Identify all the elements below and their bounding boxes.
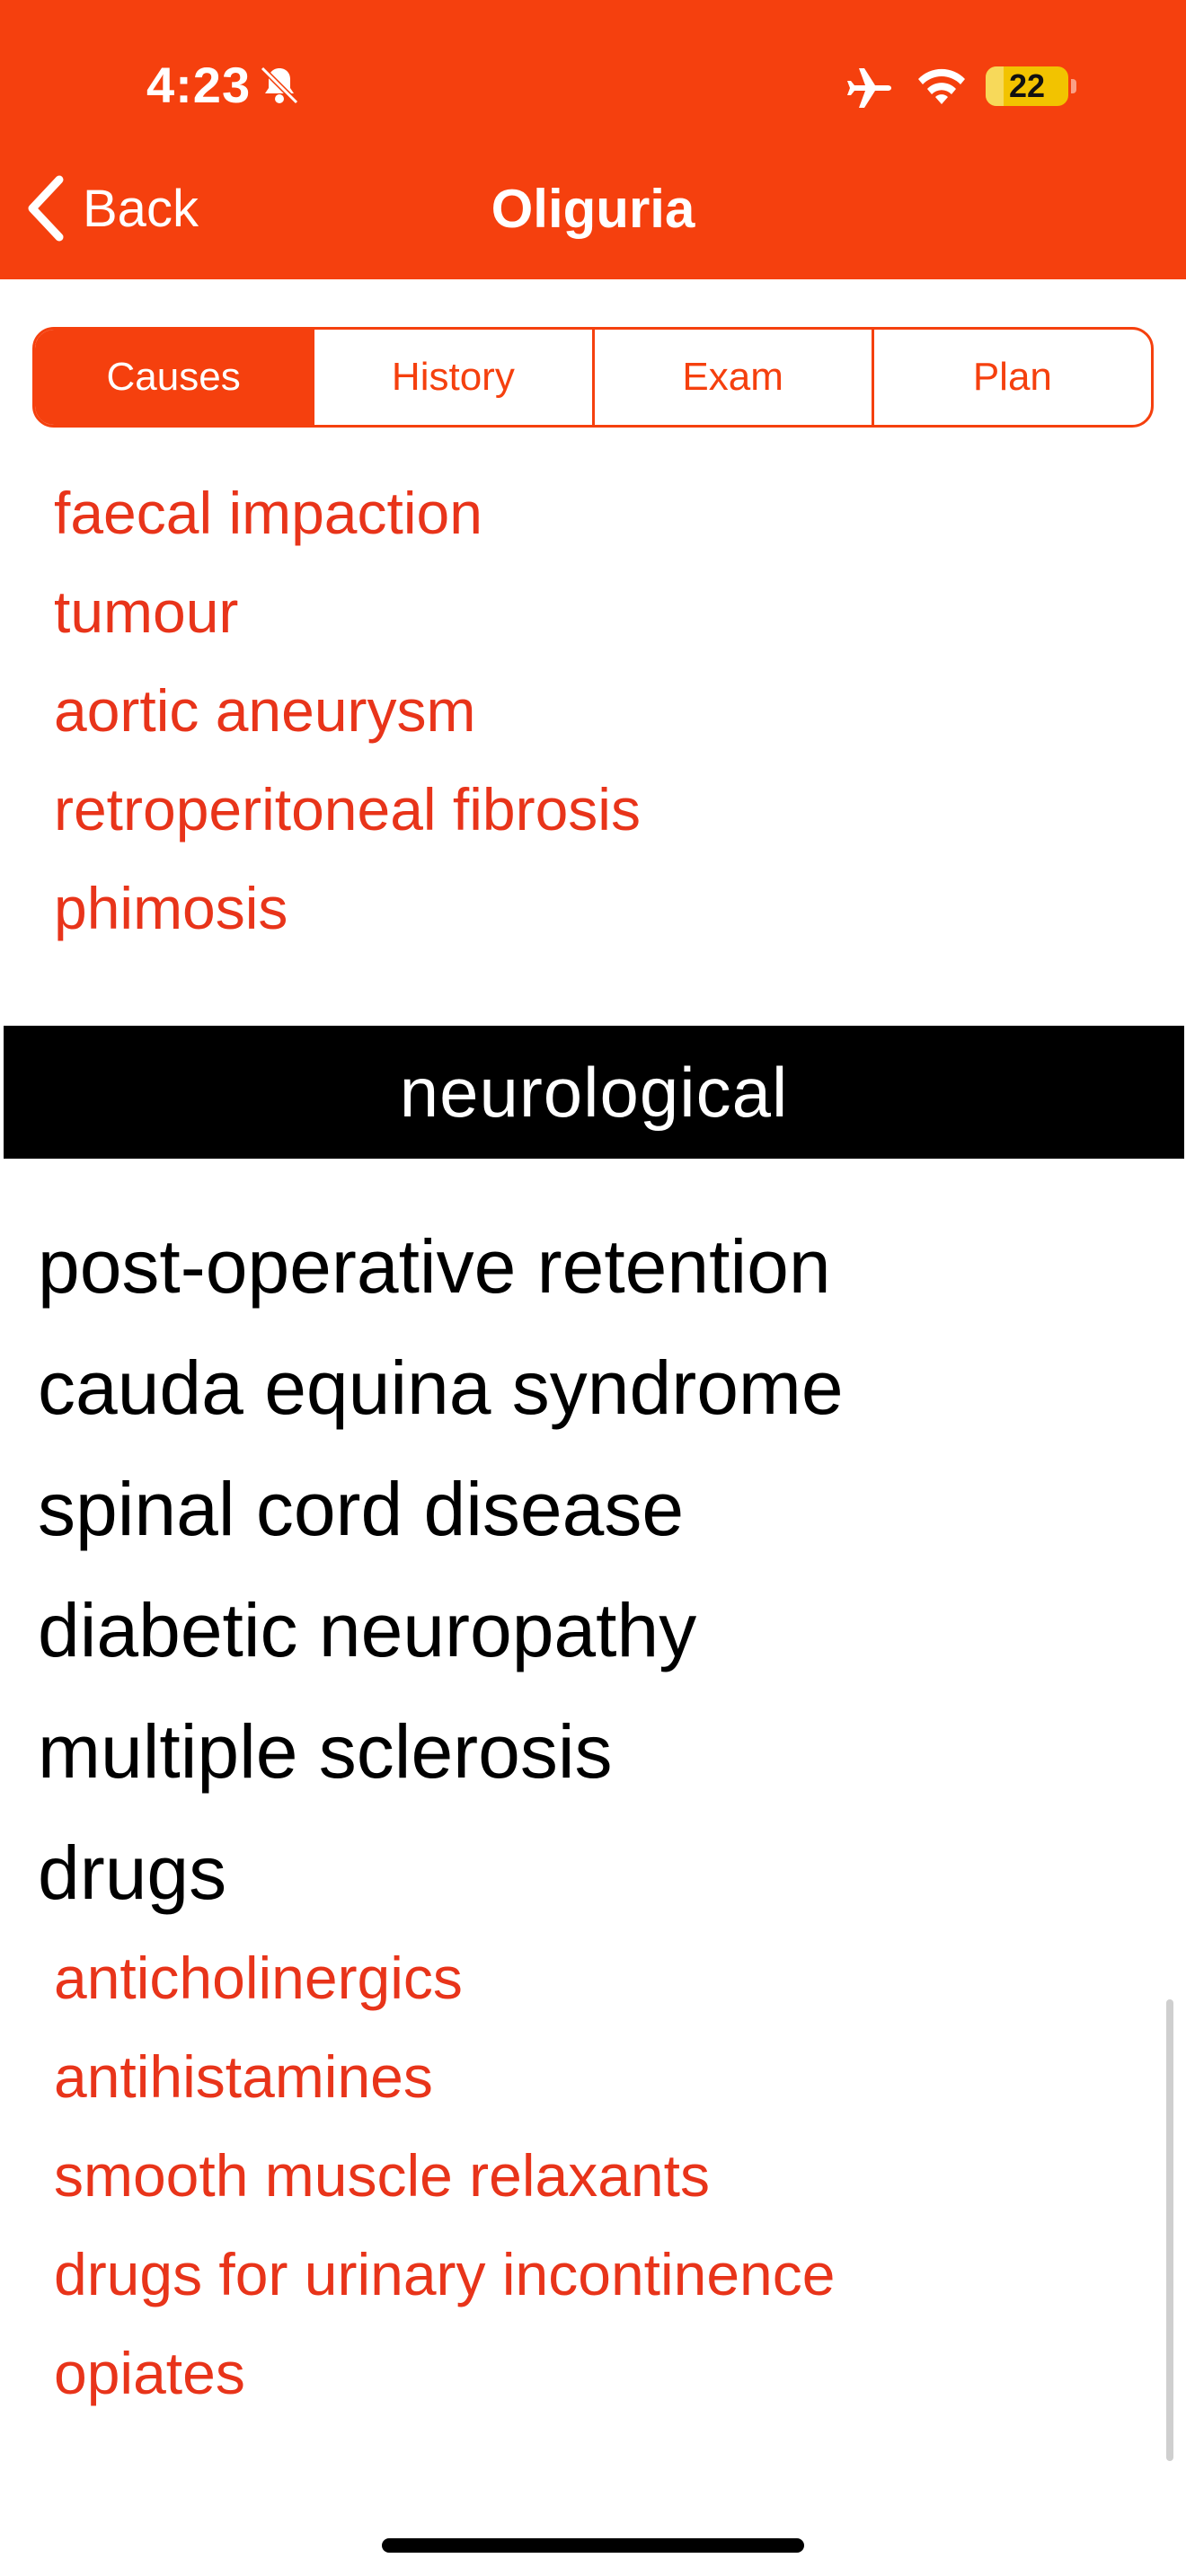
home-indicator[interactable] [382,2538,804,2553]
header: 4:23 22 Back Oliguria [0,0,1186,279]
scrollbar[interactable] [1166,1999,1173,2461]
tab-exam[interactable]: Exam [591,330,872,425]
wifi-icon [918,68,965,104]
drug-link[interactable]: antihistamines [54,2027,835,2126]
cause-item: multiple sclerosis [38,1709,613,1794]
cause-link[interactable]: aortic aneurysm [54,661,641,760]
tab-causes[interactable]: Causes [35,330,313,425]
section-header: neurological [4,1026,1184,1159]
cause-item: drugs [38,1831,227,1915]
drug-link[interactable]: drugs for urinary incontinence [54,2225,835,2324]
battery-icon: 22 [986,66,1068,106]
drug-link[interactable]: smooth muscle relaxants [54,2126,835,2225]
cause-item: diabetic neuropathy [38,1588,697,1672]
neurological-causes-list: post-operative retention cauda equina sy… [38,1206,844,1934]
battery-tip [1071,79,1076,93]
tab-plan[interactable]: Plan [871,330,1151,425]
airplane-icon [847,68,891,108]
drug-link[interactable]: anticholinergics [54,1928,835,2027]
cause-link[interactable]: phimosis [54,859,641,957]
tab-history[interactable]: History [312,330,591,425]
battery-percent: 22 [1008,67,1046,104]
page-title: Oliguria [491,179,695,239]
cause-link[interactable]: retroperitoneal fibrosis [54,760,641,859]
cause-item: post-operative retention [38,1224,831,1309]
battery-level [986,66,1005,106]
cause-item: cauda equina syndrome [38,1345,844,1430]
segmented-control: Causes History Exam Plan [32,327,1154,428]
status-time: 4:23 [146,57,252,113]
drug-link[interactable]: opiates [54,2324,835,2422]
bell-slash-icon [260,66,299,105]
screen: 4:23 22 Back Oliguria Causes History Exa… [0,0,1186,2576]
cause-link[interactable]: tumour [54,562,641,661]
cause-item: spinal cord disease [38,1467,685,1551]
cause-link[interactable]: faecal impaction [54,463,641,562]
obstructive-causes-list: faecal impaction tumour aortic aneurysm … [54,463,641,957]
drug-causes-list: anticholinergics antihistamines smooth m… [54,1928,835,2422]
